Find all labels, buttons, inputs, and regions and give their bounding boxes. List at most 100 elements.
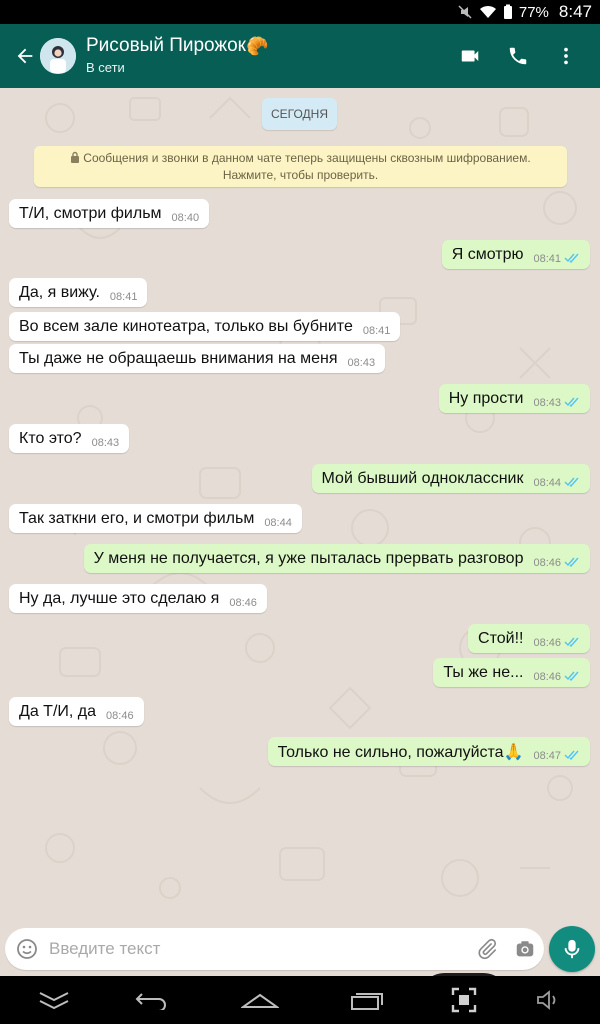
message-text: Да Т/И, да xyxy=(19,702,97,720)
read-ticks-icon xyxy=(564,671,580,684)
clock: 8:47 xyxy=(558,2,592,21)
chat-header: Рисовый Пирожок 🥐 В сети xyxy=(0,24,600,88)
nav-recents-button[interactable] xyxy=(338,976,398,1024)
message-incoming[interactable]: Да, я вижу. 08:41 xyxy=(9,278,148,307)
message-text: Мой бывший одноклассник xyxy=(321,469,524,487)
battery-icon xyxy=(503,4,513,20)
encryption-notice[interactable]: Сообщения и звонки в данном чате теперь … xyxy=(34,146,567,187)
contact-status: В сети xyxy=(86,60,125,75)
encryption-text-line2: Нажмите, чтобы проверить. xyxy=(222,168,379,182)
message-time: 08:40 xyxy=(171,212,200,224)
back-button[interactable] xyxy=(6,24,44,88)
message-outgoing[interactable]: Я смотрю 08:41 xyxy=(441,240,590,269)
croissant-emoji: 🥐 xyxy=(246,36,269,56)
nav-home-button[interactable] xyxy=(230,976,290,1024)
message-outgoing[interactable]: Ну прости 08:43 xyxy=(438,384,590,413)
message-outgoing[interactable]: Мой бывший одноклассник 08:44 xyxy=(311,464,590,493)
message-text: Ну прости xyxy=(448,389,524,407)
message-incoming[interactable]: Да Т/И, да 08:46 xyxy=(9,697,144,726)
video-call-icon xyxy=(461,50,479,62)
wifi-icon xyxy=(479,4,497,20)
message-text: У меня не получается, я уже пыталась пре… xyxy=(93,549,524,567)
collapse-icon xyxy=(39,992,69,1010)
volume-icon xyxy=(537,990,556,1010)
message-time: 08:43 xyxy=(91,437,120,449)
composer xyxy=(0,924,600,976)
nav-back-button[interactable] xyxy=(121,976,181,1024)
message-text: Во всем зале кинотеатра, только вы бубни… xyxy=(19,317,353,335)
message-text: Ты даже не обращаешь внимания на меня xyxy=(19,349,338,367)
message-outgoing[interactable]: Стой!! 08:46 xyxy=(468,624,590,653)
message-text: Стой!! xyxy=(478,629,524,647)
message-time: 08:44 xyxy=(533,477,561,489)
arrow-left-icon xyxy=(17,48,33,64)
chat-area[interactable]: СЕГОДНЯ Сообщения и звонки в данном чате… xyxy=(0,88,600,924)
message-time: 08:46 xyxy=(533,671,561,683)
contact-name: Рисовый Пирожок xyxy=(86,35,246,56)
contact-info[interactable]: Рисовый Пирожок 🥐 В сети xyxy=(86,35,446,77)
message-time: 08:41 xyxy=(533,253,561,265)
message-time: 08:43 xyxy=(347,357,376,369)
phone-icon xyxy=(509,47,527,65)
message-time: 08:47 xyxy=(533,750,561,762)
date-chip: СЕГОДНЯ xyxy=(262,98,337,130)
message-incoming[interactable]: Т/И, смотри фильм 08:40 xyxy=(9,199,210,228)
message-input-container xyxy=(5,928,544,970)
read-ticks-icon xyxy=(564,637,580,650)
message-text: Так заткни его, и смотри фильм xyxy=(19,509,255,527)
read-ticks-icon xyxy=(564,477,580,490)
smiley-icon xyxy=(17,939,37,959)
nav-screenshot-button[interactable] xyxy=(434,976,494,1024)
menu-button[interactable] xyxy=(542,32,590,80)
nav-volume-button[interactable] xyxy=(518,976,578,1024)
mute-icon xyxy=(457,4,473,20)
message-text: Кто это? xyxy=(19,429,82,447)
message-time: 08:41 xyxy=(362,325,391,337)
avatar[interactable] xyxy=(40,38,76,74)
paperclip-icon xyxy=(478,938,497,960)
message-time: 08:44 xyxy=(264,517,292,529)
message-time: 08:43 xyxy=(533,397,561,409)
read-ticks-icon xyxy=(564,397,580,410)
emoji-button[interactable] xyxy=(7,929,47,969)
back-icon xyxy=(135,993,166,1010)
message-time: 08:46 xyxy=(533,637,561,649)
message-incoming[interactable]: Ну да, лучше это сделаю я 08:46 xyxy=(9,584,267,613)
message-text: Только не сильно, пожалуйста🙏 xyxy=(277,743,524,761)
message-text: Я смотрю xyxy=(451,245,524,263)
status-bar: 77% 8:47 xyxy=(0,0,600,24)
camera-button[interactable] xyxy=(506,929,544,969)
message-incoming[interactable]: Во всем зале кинотеатра, только вы бубни… xyxy=(9,312,401,341)
message-input[interactable] xyxy=(49,939,468,959)
message-text: Да, я вижу. xyxy=(19,283,100,301)
more-vertical-icon xyxy=(564,47,568,65)
message-text: Т/И, смотри фильм xyxy=(19,204,162,222)
collapse-button[interactable] xyxy=(24,976,84,1024)
message-incoming[interactable]: Кто это? 08:43 xyxy=(9,424,130,453)
voice-record-button[interactable] xyxy=(549,926,595,972)
encryption-text-line1: Сообщения и звонки в данном чате теперь … xyxy=(83,151,531,165)
attach-button[interactable] xyxy=(468,929,506,969)
message-incoming[interactable]: Так заткни его, и смотри фильм 08:44 xyxy=(9,504,302,533)
video-call-button[interactable] xyxy=(446,32,494,80)
recents-icon xyxy=(351,993,383,1010)
battery-percent: 77% xyxy=(518,3,549,21)
message-time: 08:41 xyxy=(109,291,138,303)
home-icon xyxy=(241,993,279,1008)
message-time: 08:46 xyxy=(229,597,257,609)
message-incoming[interactable]: Ты даже не обращаешь внимания на меня 08… xyxy=(9,344,386,373)
read-ticks-icon xyxy=(564,750,580,763)
message-outgoing[interactable]: Только не сильно, пожалуйста🙏 08:47 xyxy=(267,737,590,766)
message-time: 08:46 xyxy=(106,710,134,722)
camera-icon xyxy=(516,941,534,957)
read-ticks-icon xyxy=(564,557,580,570)
message-outgoing[interactable]: У меня не получается, я уже пыталась пре… xyxy=(83,544,590,573)
message-outgoing[interactable]: Ты же не... 08:46 xyxy=(433,658,590,687)
voice-call-button[interactable] xyxy=(494,32,542,80)
message-time: 08:46 xyxy=(533,557,561,569)
lock-icon xyxy=(70,151,80,167)
message-text: Ну да, лучше это сделаю я xyxy=(19,589,220,607)
screenshot-icon xyxy=(451,987,477,1013)
system-nav-bar xyxy=(0,976,600,1024)
message-text: Ты же не... xyxy=(443,663,524,681)
